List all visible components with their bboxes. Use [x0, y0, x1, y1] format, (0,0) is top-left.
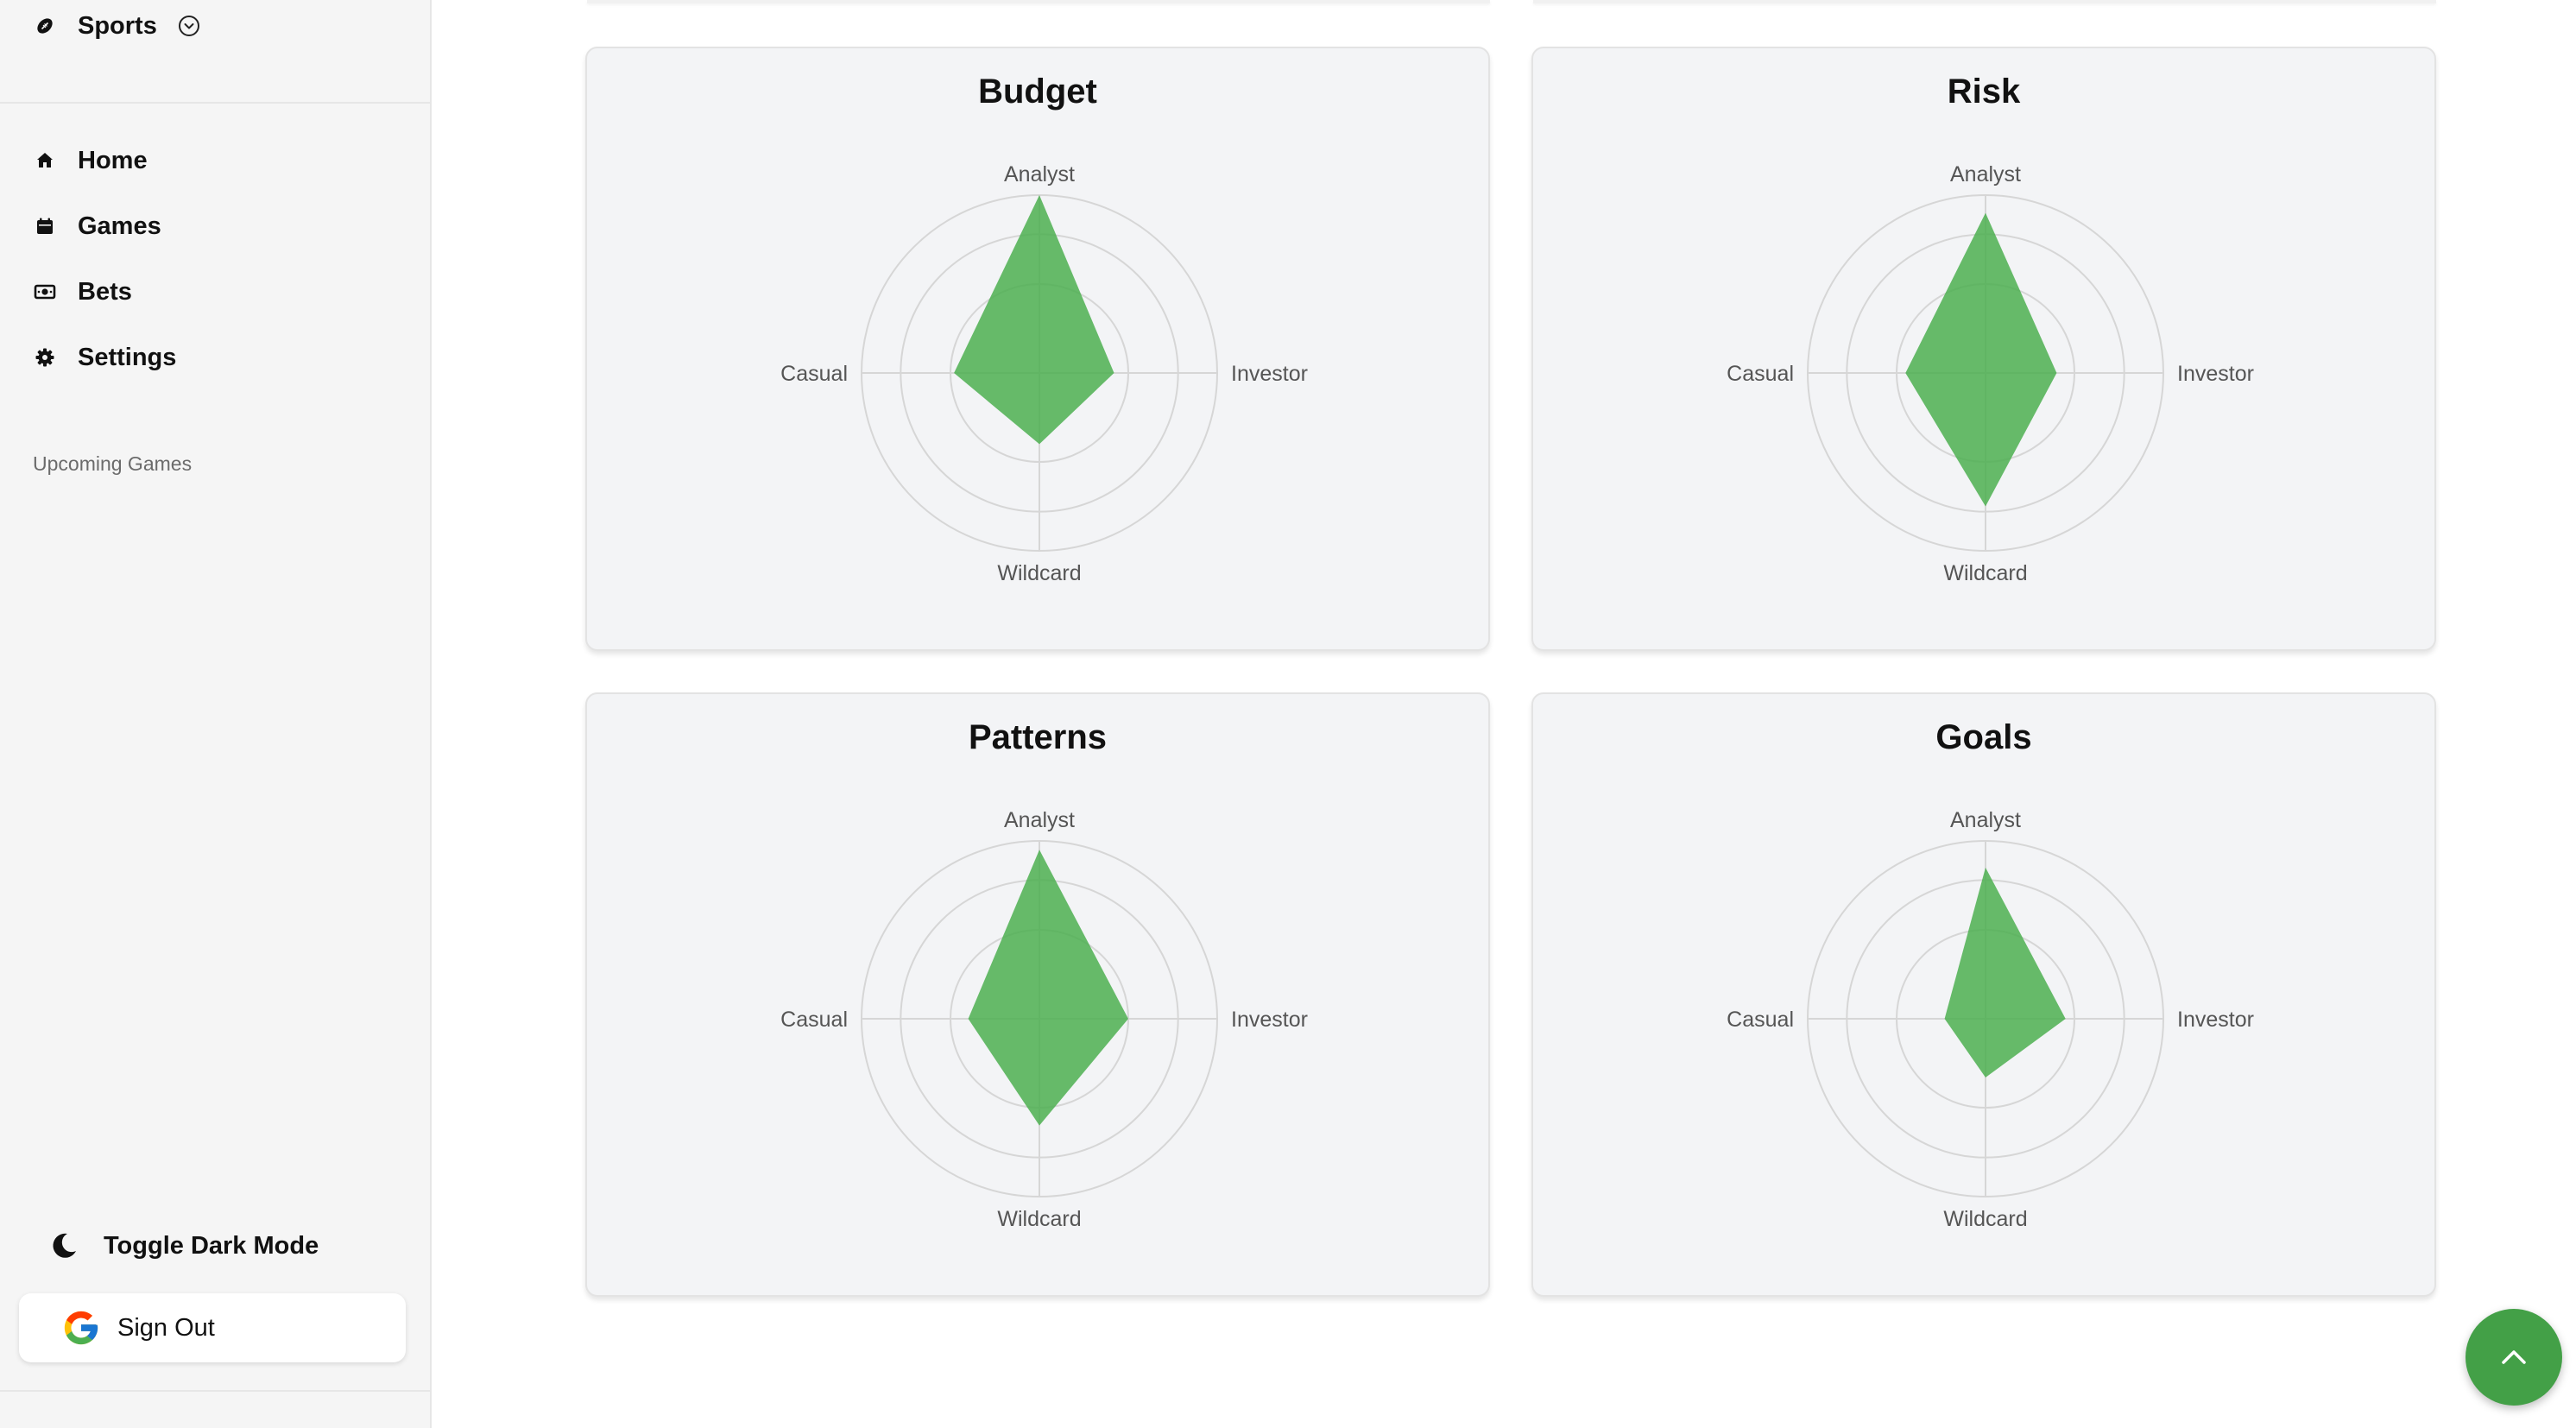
radar-chart: Analyst Investor Wildcard Casual — [1727, 808, 2254, 1231]
radar-series-area — [1944, 867, 2066, 1077]
sidebar-item-bets[interactable]: Bets — [33, 271, 395, 313]
scroll-to-top-button[interactable] — [2466, 1309, 2562, 1406]
sidebar-item-label: Bets — [78, 277, 132, 306]
sport-selector-label: Sports — [78, 11, 157, 40]
card-edge — [1533, 0, 2436, 3]
chevron-up-icon — [2497, 1340, 2531, 1374]
sidebar-item-games[interactable]: Games — [33, 205, 395, 247]
radar-axis-label: Wildcard — [997, 1207, 1081, 1231]
dark-mode-toggle[interactable]: Toggle Dark Mode — [47, 1224, 319, 1267]
sign-out-button[interactable]: Sign Out — [19, 1293, 406, 1362]
radar-axis-label: Analyst — [1004, 808, 1075, 832]
google-icon — [60, 1307, 102, 1349]
radar-axis-label: Casual — [780, 1008, 848, 1032]
dark-mode-label: Toggle Dark Mode — [104, 1231, 319, 1260]
radar-chart: Analyst Investor Wildcard Casual — [780, 162, 1308, 585]
home-icon — [33, 148, 57, 173]
radar-axis-label: Wildcard — [1943, 1207, 2027, 1231]
radar-series-area — [1905, 212, 2057, 507]
radar-card-risk: Risk Analyst Investor Wildcard Casual — [1531, 47, 2436, 651]
sign-out-label: Sign Out — [117, 1313, 215, 1342]
sidebar-divider — [0, 102, 432, 104]
money-icon — [33, 280, 57, 304]
sport-selector[interactable]: Sports — [33, 9, 200, 43]
radar-axis-label: Casual — [780, 362, 848, 386]
calendar-icon — [33, 214, 57, 238]
card-edge — [587, 0, 1490, 3]
radar-card-goals: Goals Analyst Investor Wildcard Casual — [1531, 692, 2436, 1297]
radar-chart: Analyst Investor Wildcard Casual — [780, 808, 1308, 1231]
radar-card-patterns: Patterns Analyst Investor Wildcard Casual — [585, 692, 1490, 1297]
sidebar: Sports Home Games Bets Settings Upcoming… — [0, 0, 432, 1428]
radar-axis-label: Investor — [2177, 1008, 2254, 1032]
radar-chart: Analyst Investor Wildcard Casual — [1727, 162, 2254, 585]
radar-axis-label: Wildcard — [1943, 561, 2027, 585]
moon-icon — [47, 1229, 81, 1263]
radar-axis-label: Analyst — [1004, 162, 1075, 186]
radar-axis-label: Investor — [1231, 362, 1308, 386]
radar-series-area — [954, 195, 1114, 445]
upcoming-games-heading: Upcoming Games — [33, 452, 193, 475]
radar-axis-label: Analyst — [1950, 808, 2021, 832]
radar-series-area — [968, 850, 1128, 1126]
radar-axis-label: Casual — [1727, 362, 1794, 386]
radar-axis-label: Investor — [1231, 1008, 1308, 1032]
sidebar-item-home[interactable]: Home — [33, 140, 395, 181]
gear-icon — [33, 345, 57, 370]
sidebar-item-label: Games — [78, 212, 161, 240]
sidebar-item-label: Settings — [78, 343, 177, 371]
radar-axis-label: Wildcard — [997, 561, 1081, 585]
radar-axis-label: Investor — [2177, 362, 2254, 386]
radar-card-budget: Budget Analyst Investor Wildcard Casual — [585, 47, 1490, 651]
radar-axis-label: Analyst — [1950, 162, 2021, 186]
sidebar-item-label: Home — [78, 146, 148, 174]
radar-axis-label: Casual — [1727, 1008, 1794, 1032]
chevron-down-icon[interactable] — [178, 15, 200, 37]
sidebar-divider — [0, 1390, 432, 1392]
sidebar-item-settings[interactable]: Settings — [33, 337, 395, 378]
football-icon — [33, 14, 57, 38]
